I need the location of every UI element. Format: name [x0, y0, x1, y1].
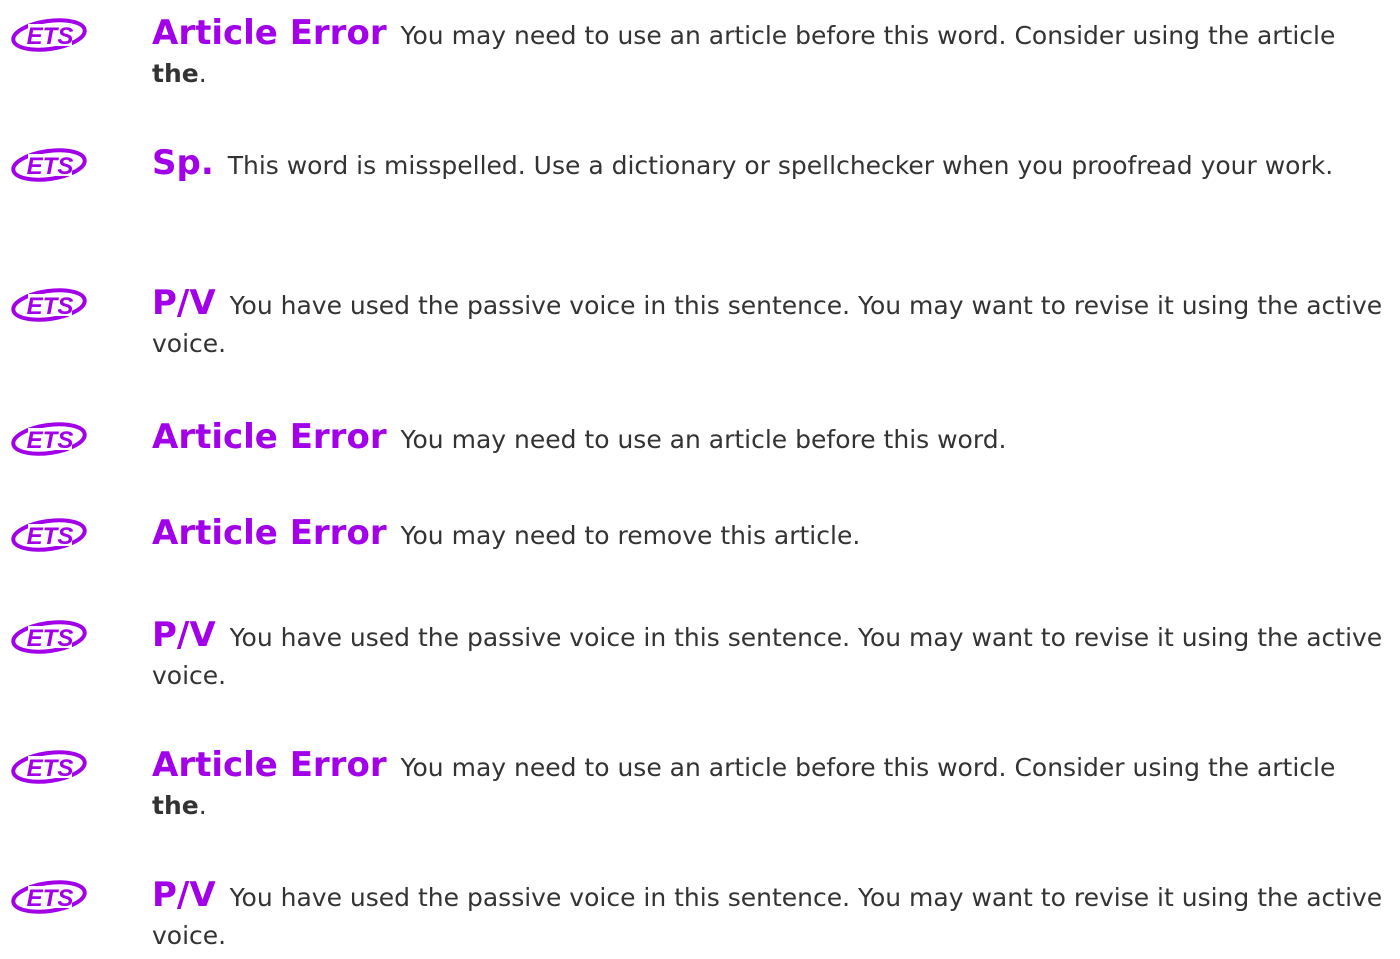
ets-logo-icon: ETS [8, 14, 90, 56]
svg-text:ETS: ETS [27, 523, 74, 550]
feedback-title: P/V [152, 283, 216, 323]
feedback-title: P/V [152, 615, 216, 655]
feedback-title: Article Error [152, 513, 387, 553]
feedback-message: This word is misspelled. Use a dictionar… [227, 151, 1334, 180]
feedback-title: P/V [152, 875, 216, 915]
feedback-message: You have used the passive voice in this … [152, 291, 1383, 358]
ets-logo-icon: ETS [8, 284, 90, 326]
feedback-text: P/V You have used the passive voice in t… [152, 284, 1384, 363]
feedback-message: You may need to use an article before th… [400, 425, 1007, 454]
feedback-text: Article Error You may need to remove thi… [152, 514, 1384, 555]
feedback-text: Article Error You may need to use an art… [152, 746, 1384, 825]
feedback-text: P/V You have used the passive voice in t… [152, 876, 1384, 955]
feedback-emphasis: the [152, 791, 199, 820]
svg-text:ETS: ETS [27, 293, 74, 320]
feedback-text: Sp. This word is misspelled. Use a dicti… [152, 144, 1384, 185]
feedback-text: P/V You have used the passive voice in t… [152, 616, 1384, 695]
feedback-title: Article Error [152, 13, 387, 53]
feedback-message: You have used the passive voice in this … [152, 623, 1383, 690]
ets-logo-icon: ETS [8, 418, 90, 460]
feedback-text: Article Error You may need to use an art… [152, 418, 1384, 459]
feedback-message: You have used the passive voice in this … [152, 883, 1383, 950]
feedback-message: You may need to use an article before th… [400, 753, 1336, 782]
feedback-title: Sp. [152, 143, 214, 183]
feedback-emphasis: the [152, 59, 199, 88]
svg-text:ETS: ETS [27, 427, 74, 454]
ets-logo-icon: ETS [8, 746, 90, 788]
feedback-suffix: . [198, 59, 207, 88]
svg-text:ETS: ETS [27, 625, 74, 652]
svg-text:ETS: ETS [27, 755, 74, 782]
svg-text:ETS: ETS [27, 153, 74, 180]
ets-logo-icon: ETS [8, 876, 90, 918]
svg-text:ETS: ETS [27, 23, 74, 50]
feedback-text: Article Error You may need to use an art… [152, 14, 1384, 93]
feedback-list: ETS Article Error You may need to use an… [0, 0, 1400, 959]
feedback-title: Article Error [152, 417, 387, 457]
feedback-suffix: . [198, 791, 207, 820]
ets-logo-icon: ETS [8, 514, 90, 556]
svg-text:ETS: ETS [27, 885, 74, 912]
ets-logo-icon: ETS [8, 616, 90, 658]
feedback-message: You may need to use an article before th… [400, 21, 1336, 50]
feedback-title: Article Error [152, 745, 387, 785]
ets-logo-icon: ETS [8, 144, 90, 186]
feedback-message: You may need to remove this article. [400, 521, 861, 550]
